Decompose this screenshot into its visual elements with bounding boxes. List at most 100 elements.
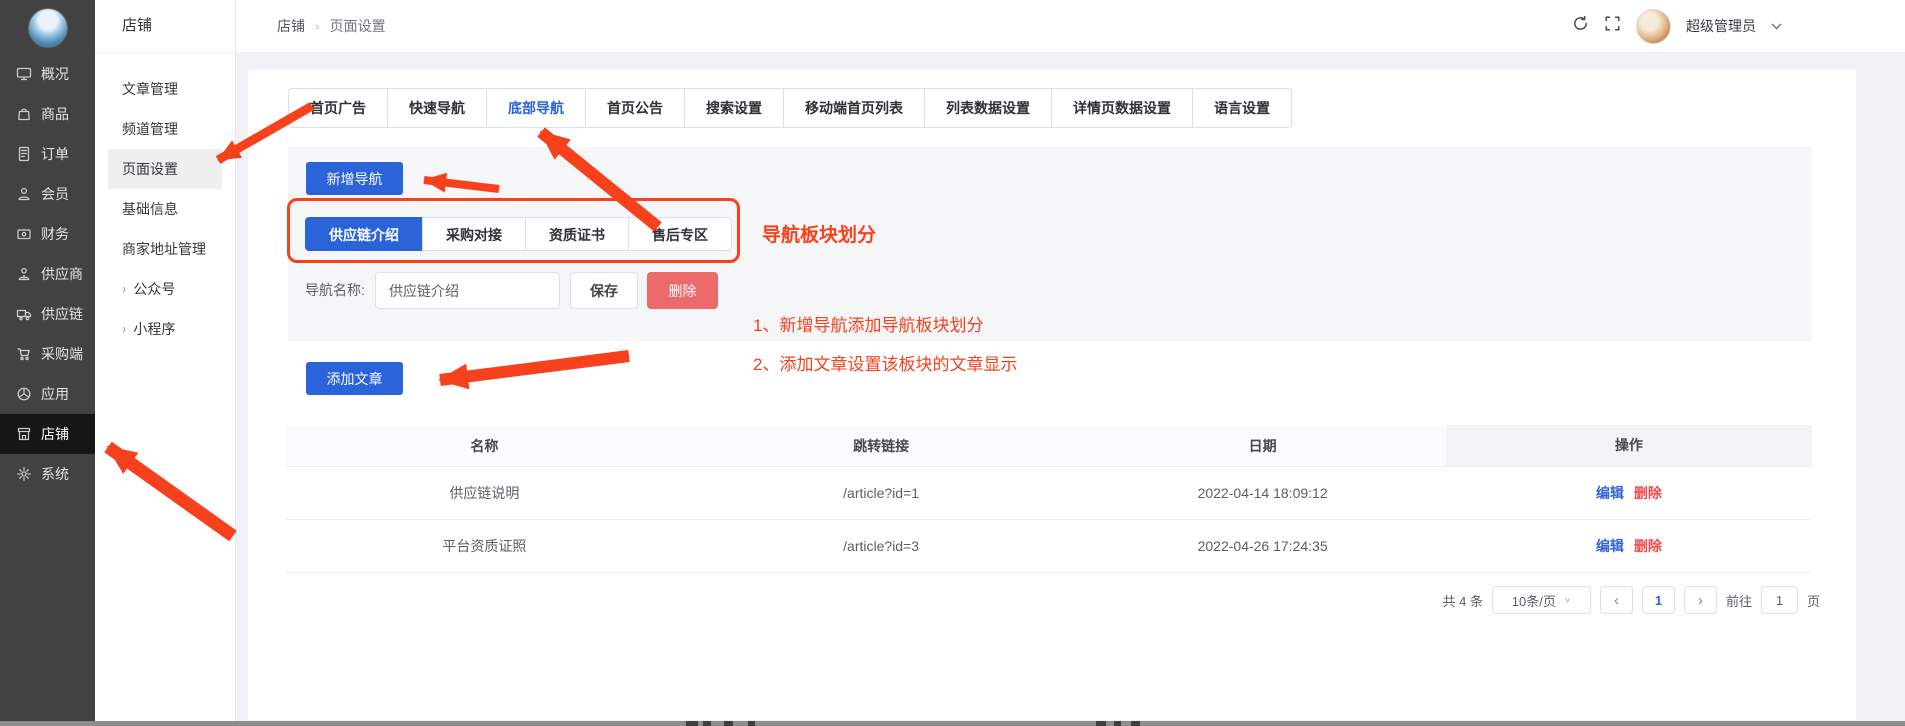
monitor-icon: [16, 66, 32, 82]
chevron-right-icon: ›: [122, 306, 125, 352]
supplier-icon: [16, 266, 32, 282]
breadcrumb: 店铺 › 页面设置: [277, 16, 386, 36]
submenu-item-page-settings[interactable]: 页面设置: [108, 149, 222, 189]
nav-name-label: 导航名称:: [305, 272, 365, 309]
sidebar-item-members[interactable]: 会员: [0, 174, 95, 214]
sidebar-item-label: 供应链: [41, 304, 83, 324]
sidebar-item-shop[interactable]: 店铺: [0, 414, 95, 454]
nav-tab-2[interactable]: 资质证书: [525, 217, 629, 251]
table-header-2: 日期: [1080, 436, 1446, 456]
breadcrumb-separator-icon: ›: [315, 18, 320, 34]
next-page-button[interactable]: ›: [1684, 586, 1717, 614]
sidebar-item-apps[interactable]: 应用: [0, 374, 95, 414]
cell-name: 平台资质证照: [286, 536, 683, 556]
cell-actions: 编辑删除: [1446, 483, 1812, 503]
sidebar-item-label: 会员: [41, 184, 69, 204]
nav-tab-0[interactable]: 供应链介绍: [305, 217, 423, 251]
fullscreen-icon[interactable]: [1604, 15, 1621, 37]
sidebar-item-label: 应用: [41, 384, 69, 404]
add-nav-button[interactable]: 新增导航: [306, 162, 403, 195]
gear-icon: [16, 466, 32, 482]
sidebar-item-finance[interactable]: 财务: [0, 214, 95, 254]
goto-label: 前往: [1726, 591, 1752, 610]
sidebar-item-orders[interactable]: 订单: [0, 134, 95, 174]
submenu-item-label: 基础信息: [122, 189, 178, 229]
submenu-item-label: 频道管理: [122, 109, 178, 149]
breadcrumb-shop[interactable]: 店铺: [277, 16, 305, 36]
tab-1[interactable]: 快速导航: [387, 89, 486, 127]
topbar: 店铺 › 页面设置 超级管理员: [236, 0, 1905, 53]
tab-5[interactable]: 移动端首页列表: [783, 89, 924, 127]
sidebar-item-supplier[interactable]: 供应商: [0, 254, 95, 294]
goto-page-suffix: 页: [1807, 591, 1820, 610]
select-chevron-icon: ∨: [1564, 596, 1571, 605]
nav-block-tabs: 供应链介绍采购对接资质证书售后专区: [305, 217, 732, 251]
pagination: 共 4 条 10条/页 ∨ ‹ 1 › 前往 页: [1443, 586, 1821, 614]
total-count: 共 4 条: [1443, 591, 1483, 610]
sidebar-item-overview[interactable]: 概况: [0, 54, 95, 94]
shop-icon: [16, 426, 32, 442]
page-settings-tabs: 首页广告快速导航底部导航首页公告搜索设置移动端首页列表列表数据设置详情页数据设置…: [288, 88, 1292, 128]
order-icon: [16, 146, 32, 162]
cell-actions: 编辑删除: [1446, 536, 1812, 556]
sidebar-item-system[interactable]: 系统: [0, 454, 95, 494]
sidebar-item-label: 供应商: [41, 264, 83, 284]
cell-name: 供应链说明: [286, 483, 683, 503]
submenu-item-channel[interactable]: 频道管理: [108, 109, 222, 149]
articles-table: 名称跳转链接日期操作 供应链说明/article?id=12022-04-14 …: [286, 425, 1812, 573]
submenu-item-label: 公众号: [133, 269, 175, 309]
sidebar-item-goods[interactable]: 商品: [0, 94, 95, 134]
delete-link[interactable]: 删除: [1634, 485, 1662, 501]
annotation-note-2: 2、添加文章设置该板块的文章显示: [753, 350, 1017, 375]
sidebar-item-label: 概况: [41, 64, 69, 84]
table-header-0: 名称: [286, 436, 683, 456]
tab-8[interactable]: 语言设置: [1192, 89, 1291, 127]
cell-date: 2022-04-14 18:09:12: [1080, 485, 1446, 501]
nav-name-input[interactable]: [375, 272, 560, 309]
refresh-icon[interactable]: [1572, 15, 1589, 37]
tab-0[interactable]: 首页广告: [289, 89, 387, 127]
tab-3[interactable]: 首页公告: [585, 89, 684, 127]
delete-link[interactable]: 删除: [1634, 538, 1662, 554]
nav-tab-1[interactable]: 采购对接: [422, 217, 526, 251]
user-name[interactable]: 超级管理员: [1686, 16, 1756, 36]
edit-link[interactable]: 编辑: [1596, 538, 1624, 554]
cell-link: /article?id=1: [683, 485, 1080, 501]
submenu-list: 文章管理频道管理页面设置基础信息商家地址管理›公众号›小程序: [95, 53, 235, 349]
tab-7[interactable]: 详情页数据设置: [1051, 89, 1192, 127]
submenu-item-basic-info[interactable]: 基础信息: [108, 189, 222, 229]
submenu-item-article[interactable]: 文章管理: [108, 69, 222, 109]
user-icon: [16, 186, 32, 202]
submenu-item-merchant-address[interactable]: 商家地址管理: [108, 229, 222, 269]
sidebar-item-supply-chain[interactable]: 供应链: [0, 294, 95, 334]
annotation-note-1: 1、新增导航添加导航板块划分: [753, 311, 983, 336]
submenu-item-label: 页面设置: [122, 149, 178, 189]
sidebar-item-label: 财务: [41, 224, 69, 244]
edit-link[interactable]: 编辑: [1596, 485, 1624, 501]
cell-link: /article?id=3: [683, 538, 1080, 554]
tab-6[interactable]: 列表数据设置: [924, 89, 1051, 127]
annotation-block-label: 导航板块划分: [762, 220, 876, 247]
sidebar-item-label: 订单: [41, 144, 69, 164]
delete-button[interactable]: 删除: [647, 272, 718, 309]
submenu-item-mini-program[interactable]: ›小程序: [108, 309, 222, 349]
table-header-3: 操作: [1446, 425, 1812, 466]
sidebar-item-purchase[interactable]: 采购端: [0, 334, 95, 374]
bag-icon: [16, 106, 32, 122]
user-avatar[interactable]: [1636, 9, 1671, 44]
prev-page-button[interactable]: ‹: [1600, 586, 1633, 614]
nav-tab-3[interactable]: 售后专区: [628, 217, 732, 251]
add-article-button[interactable]: 添加文章: [306, 362, 403, 395]
tab-4[interactable]: 搜索设置: [684, 89, 783, 127]
save-button[interactable]: 保存: [570, 272, 638, 309]
submenu-item-wechat-official[interactable]: ›公众号: [108, 269, 222, 309]
current-page-button[interactable]: 1: [1642, 586, 1675, 614]
chevron-down-icon[interactable]: [1771, 17, 1782, 35]
table-header-1: 跳转链接: [683, 436, 1080, 456]
sidebar-item-label: 商品: [41, 104, 69, 124]
goto-page-input[interactable]: [1761, 586, 1798, 614]
submenu-item-label: 小程序: [133, 309, 175, 349]
tab-2[interactable]: 底部导航: [486, 89, 585, 127]
page-size-select[interactable]: 10条/页 ∨: [1492, 586, 1591, 614]
dock-strip: [0, 721, 1905, 726]
